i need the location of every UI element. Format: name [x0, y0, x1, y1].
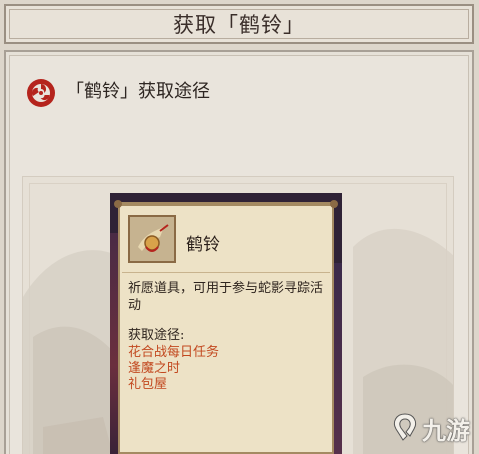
nine-game-logo-icon [393, 413, 417, 441]
dialog-window: 获取「鹤铃」 「鹤铃」获取途径 鹤铃 祈愿道具，可用于参与蛇影寻踪活动 获取途径… [0, 0, 479, 454]
obtain-source-item[interactable]: 花合战每日任务 [128, 345, 219, 361]
card-ornament [114, 200, 338, 208]
section-title: 「鹤铃」获取途径 [66, 81, 210, 102]
crane-bell-icon [128, 215, 176, 263]
obtain-source-list: 花合战每日任务 逢魔之时 礼包屋 [128, 345, 219, 393]
obtain-label: 获取途径: [128, 328, 185, 343]
watermark: 九游 [390, 408, 479, 448]
item-name: 鹤铃 [186, 235, 220, 255]
mitsudomoe-icon [27, 79, 55, 107]
obtain-source-item[interactable]: 逢魔之时 [128, 361, 219, 377]
watermark-text: 九游 [422, 416, 470, 445]
item-description: 祈愿道具，可用于参与蛇影寻踪活动 [128, 281, 324, 313]
divider [122, 272, 330, 273]
window-title: 获取「鹤铃」 [9, 9, 469, 39]
obtain-source-item[interactable]: 礼包屋 [128, 377, 219, 393]
title-bar: 获取「鹤铃」 [4, 4, 474, 44]
